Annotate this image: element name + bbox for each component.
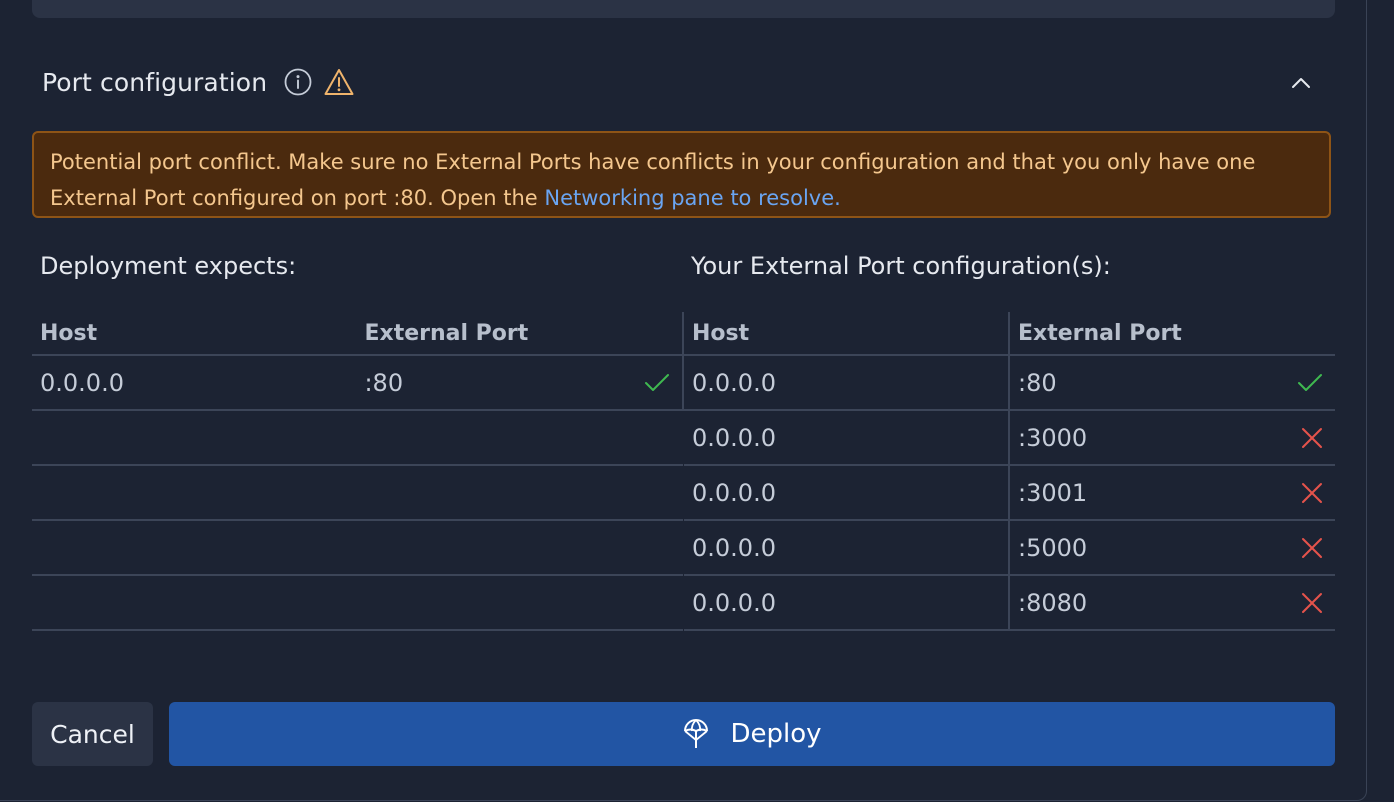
host-value: 0.0.0.0	[692, 478, 776, 507]
port-value: :3000	[1018, 423, 1088, 452]
host-value: 0.0.0.0	[692, 588, 776, 617]
previous-section-bar[interactable]	[32, 0, 1335, 18]
port-cell: :8080	[1009, 575, 1335, 631]
host-cell: 0.0.0.0	[32, 355, 357, 411]
expected-ports-table: Host External Port 0.0.0.0 :80	[32, 312, 684, 631]
host-column-header: Host	[684, 312, 1010, 356]
collapse-button[interactable]	[1284, 66, 1318, 100]
port-cell: :3000	[1009, 410, 1335, 466]
table-header-row: Host External Port	[684, 312, 1335, 356]
port-cell: :5000	[1009, 520, 1335, 576]
port-cell: :80	[1009, 355, 1335, 411]
port-cell: :80	[356, 355, 684, 411]
port-cell	[356, 520, 683, 576]
x-icon	[1301, 592, 1323, 614]
table-row: 0.0.0.0 :3001	[684, 465, 1335, 521]
cancel-button[interactable]: Cancel	[32, 702, 153, 766]
table-row: 0.0.0.0 :5000	[684, 520, 1335, 576]
table-header-row: Host External Port	[32, 312, 684, 356]
external-port-column-header: External Port	[356, 312, 684, 356]
empty-table-row	[32, 465, 683, 521]
port-cell	[356, 410, 683, 466]
deploy-button[interactable]: Deploy	[169, 702, 1335, 766]
host-value: 0.0.0.0	[40, 368, 124, 397]
host-cell: 0.0.0.0	[684, 465, 1010, 521]
deploy-icon	[682, 718, 710, 750]
x-icon	[1301, 537, 1323, 559]
host-value: 0.0.0.0	[692, 423, 776, 452]
port-value: :80	[1018, 368, 1057, 397]
chevron-up-icon	[1291, 76, 1311, 90]
host-cell: 0.0.0.0	[684, 355, 1010, 411]
deploy-panel: Port configuration Potential port confli…	[0, 0, 1367, 801]
port-value: :8080	[1018, 588, 1088, 617]
networking-pane-link[interactable]: Networking pane to resolve.	[544, 186, 840, 210]
deployment-expects-title: Deployment expects:	[40, 252, 297, 280]
host-cell	[32, 520, 357, 576]
table-row: 0.0.0.0 :8080	[684, 575, 1335, 631]
warning-icon	[323, 67, 355, 97]
configured-ports-table: Host External Port 0.0.0.0 :80 0.0.0.0 :300…	[684, 312, 1335, 631]
info-icon[interactable]	[283, 67, 313, 97]
section-title: Port configuration	[42, 67, 268, 97]
port-cell	[356, 465, 683, 521]
host-cell: 0.0.0.0	[684, 410, 1010, 466]
deploy-label: Deploy	[730, 719, 822, 749]
host-value: 0.0.0.0	[692, 533, 776, 562]
port-value: :3001	[1018, 478, 1088, 507]
empty-table-row	[32, 520, 683, 576]
port-value: :5000	[1018, 533, 1088, 562]
external-port-config-title: Your External Port configuration(s):	[691, 252, 1111, 280]
external-port-column-header: External Port	[1009, 312, 1335, 356]
check-icon	[1297, 372, 1323, 394]
port-cell	[356, 575, 683, 631]
host-cell: 0.0.0.0	[684, 520, 1010, 576]
port-configuration-header: Port configuration	[42, 62, 355, 102]
empty-table-row	[32, 410, 683, 466]
host-cell: 0.0.0.0	[684, 575, 1010, 631]
host-cell	[32, 465, 357, 521]
host-value: 0.0.0.0	[692, 368, 776, 397]
x-icon	[1301, 482, 1323, 504]
host-cell	[32, 575, 357, 631]
table-row: 0.0.0.0 :80	[684, 355, 1335, 411]
table-row: 0.0.0.0 :3000	[684, 410, 1335, 466]
port-conflict-warning: Potential port conflict. Make sure no Ex…	[32, 131, 1331, 218]
x-icon	[1301, 427, 1323, 449]
host-cell	[32, 410, 357, 466]
check-icon	[644, 372, 670, 394]
port-value: :80	[364, 368, 404, 397]
host-column-header: Host	[32, 312, 357, 356]
outer-background	[1367, 0, 1394, 802]
empty-table-row	[32, 575, 683, 631]
table-row: 0.0.0.0 :80	[32, 355, 684, 411]
port-cell: :3001	[1009, 465, 1335, 521]
